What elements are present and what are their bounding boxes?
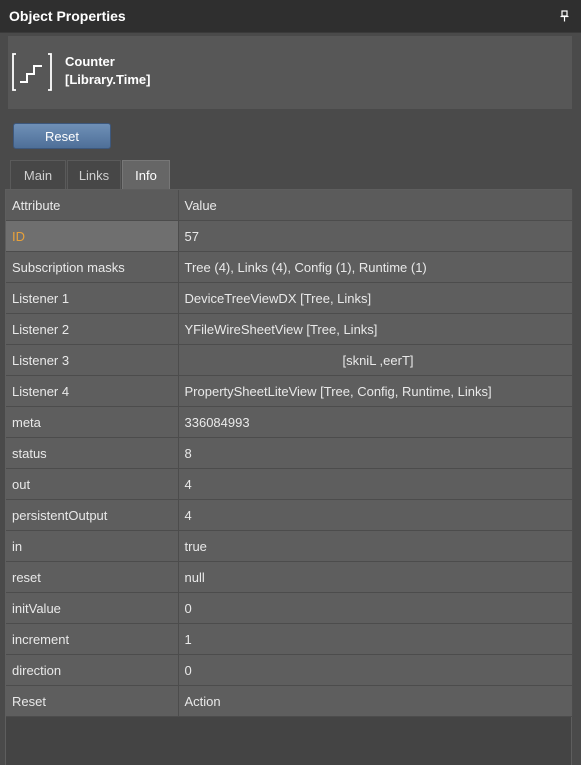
table-row[interactable]: Listener 2 YFileWireSheetView [Tree, Lin… [6, 313, 573, 345]
table-row[interactable]: reset null [6, 561, 573, 593]
table-row[interactable]: Listener 1 DeviceTreeViewDX [Tree, Links… [6, 282, 573, 314]
attribute-cell: in [6, 530, 179, 562]
panel-header: Object Properties [0, 0, 581, 33]
object-name: Counter [65, 54, 115, 69]
table-row[interactable]: in true [6, 530, 573, 562]
attribute-cell: Listener 4 [6, 375, 179, 407]
attribute-cell: reset [6, 561, 179, 593]
attribute-cell: ID [6, 220, 179, 252]
column-header-value[interactable]: Value [178, 190, 573, 221]
attribute-cell: Listener 2 [6, 313, 179, 345]
value-cell: 0 [178, 592, 573, 624]
table-row[interactable]: ID 57 [6, 220, 573, 252]
object-header: Counter [Library.Time] [8, 36, 572, 109]
value-cell: 4 [178, 468, 573, 500]
table-header-row: Attribute Value [6, 190, 573, 221]
value-cell: PropertySheetLiteView [Tree, Config, Run… [178, 375, 573, 407]
table-row[interactable]: initValue 0 [6, 592, 573, 624]
table-row[interactable]: direction 0 [6, 654, 573, 686]
object-type: [Library.Time] [65, 72, 151, 87]
value-cell: Tree (4), Links (4), Config (1), Runtime… [178, 251, 573, 283]
value-cell: DeviceTreeViewDX [Tree, Links] [178, 282, 573, 314]
value-cell: true [178, 530, 573, 562]
value-cell: [skniL ,eerT] [178, 344, 573, 376]
value-cell: 1 [178, 623, 573, 655]
table-row[interactable]: status 8 [6, 437, 573, 469]
table-row[interactable]: out 4 [6, 468, 573, 500]
attribute-cell: persistentOutput [6, 499, 179, 531]
value-cell: 0 [178, 654, 573, 686]
table-row[interactable]: Reset Action [6, 685, 573, 717]
attribute-cell: status [6, 437, 179, 469]
value-cell: 8 [178, 437, 573, 469]
tab-bar: Main Links Info [10, 160, 171, 190]
value-cell: 4 [178, 499, 573, 531]
column-header-attribute[interactable]: Attribute [6, 190, 179, 221]
info-table-container: Attribute Value ID 57 Subscription masks… [5, 189, 573, 765]
value-cell: null [178, 561, 573, 593]
tab-info[interactable]: Info [122, 160, 170, 189]
value-cell: 57 [178, 220, 573, 252]
attribute-cell: initValue [6, 592, 179, 624]
pin-icon[interactable] [560, 10, 569, 22]
attribute-cell: Reset [6, 685, 179, 717]
attribute-cell: Listener 1 [6, 282, 179, 314]
attribute-cell: out [6, 468, 179, 500]
attribute-cell: meta [6, 406, 179, 438]
table-row[interactable]: persistentOutput 4 [6, 499, 573, 531]
info-table: Attribute Value ID 57 Subscription masks… [6, 190, 573, 717]
table-row[interactable]: meta 336084993 [6, 406, 573, 438]
tab-main[interactable]: Main [10, 160, 66, 189]
value-cell: YFileWireSheetView [Tree, Links] [178, 313, 573, 345]
attribute-cell: increment [6, 623, 179, 655]
counter-icon [12, 53, 52, 91]
attribute-cell: Listener 3 [6, 344, 179, 376]
attribute-cell: Subscription masks [6, 251, 179, 283]
table-row[interactable]: increment 1 [6, 623, 573, 655]
value-cell: 336084993 [178, 406, 573, 438]
value-cell: Action [178, 685, 573, 717]
table-row[interactable]: Listener 4 PropertySheetLiteView [Tree, … [6, 375, 573, 407]
attribute-cell: direction [6, 654, 179, 686]
table-row[interactable]: Subscription masks Tree (4), Links (4), … [6, 251, 573, 283]
reset-button[interactable]: Reset [13, 123, 111, 149]
table-row[interactable]: Listener 3 [skniL ,eerT] [6, 344, 573, 376]
tab-links[interactable]: Links [67, 160, 121, 189]
panel-title: Object Properties [9, 8, 126, 24]
